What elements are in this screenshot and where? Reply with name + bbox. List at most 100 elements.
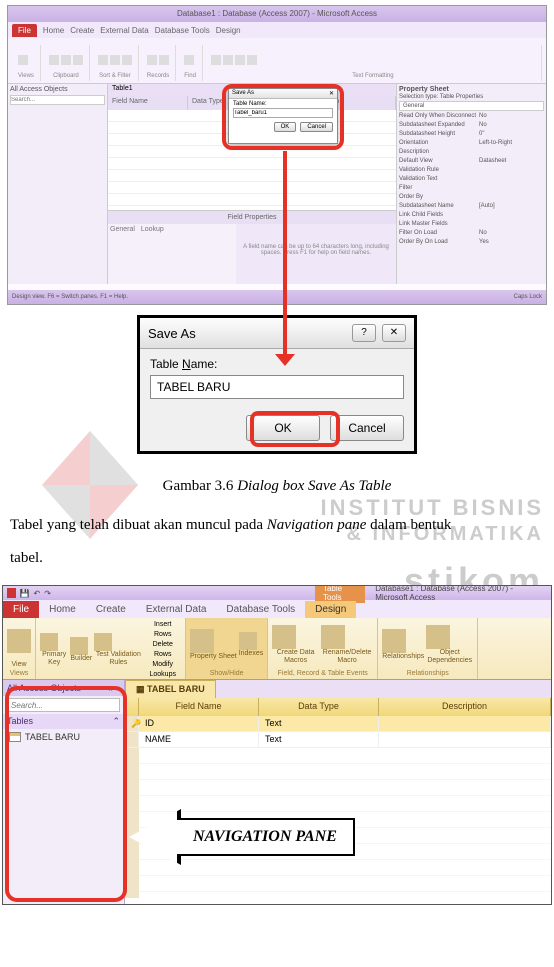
tab-dbtools-bottom[interactable]: Database Tools (216, 601, 305, 618)
qat-save-icon[interactable]: 💾 (20, 589, 30, 598)
cancel-button[interactable]: Cancel (330, 415, 404, 441)
cell-field-name[interactable]: NAME (139, 732, 259, 747)
tab-design[interactable]: Design (216, 26, 241, 35)
ribbon-bottom: View Views Primary Key Builder Test Vali… (3, 618, 551, 680)
nav-search[interactable] (7, 698, 120, 712)
props-tab-general[interactable]: General (110, 226, 135, 233)
props-tabs[interactable]: General Lookup (108, 224, 236, 284)
cell-field-name[interactable]: ID (139, 716, 259, 731)
delete-rows[interactable]: Delete Rows (144, 640, 181, 660)
property-row[interactable]: Read Only When DisconnectNo (399, 112, 544, 121)
ribbon-group-sort: Sort & Filter (98, 73, 132, 79)
property-row[interactable]: Subdatasheet Name[Auto] (399, 202, 544, 211)
ok-button-small[interactable]: OK (274, 122, 297, 132)
nav-item-tabel-baru[interactable]: TABEL BARU (3, 729, 124, 745)
save-as-input-small[interactable] (233, 108, 333, 118)
property-row[interactable]: Default ViewDatasheet (399, 157, 544, 166)
cell-data-type[interactable]: Text (259, 732, 379, 747)
insert-rows[interactable]: Insert Rows (144, 620, 181, 640)
tab-file[interactable]: File (12, 24, 37, 37)
create-macro-icon[interactable] (272, 625, 296, 649)
tab-external-data[interactable]: External Data (100, 26, 148, 35)
tab-create-bottom[interactable]: Create (86, 601, 136, 618)
save-as-title-small: Save As (232, 90, 254, 97)
primary-key-indicator (125, 716, 139, 731)
property-row[interactable]: Filter (399, 184, 544, 193)
status-left: Design view. F6 = Switch panes. F1 = Hel… (12, 290, 128, 304)
nav-search-input[interactable] (10, 95, 105, 105)
nav-collapse-icon[interactable]: « « (107, 683, 120, 693)
open-table-tab[interactable]: ▦ TABEL BARU (125, 680, 216, 698)
access-icon (7, 588, 16, 598)
property-row[interactable]: Order By On LoadYes (399, 238, 544, 247)
field-properties-header: Field Properties (108, 210, 396, 224)
navigation-pane-small[interactable]: All Access Objects (8, 84, 108, 284)
help-button[interactable]: ? (352, 324, 376, 342)
property-row[interactable]: Validation Rule (399, 166, 544, 175)
access-screenshot-bottom: 💾 ↶ ↷ Table Tools Database1 : Database (… (2, 585, 552, 905)
tab-design-bottom[interactable]: Design (305, 601, 356, 618)
property-sheet-subtitle: Selection type: Table Properties (399, 94, 544, 100)
property-row[interactable]: Subdatasheet ExpandedNo (399, 121, 544, 130)
property-sheet-tab[interactable]: General (399, 101, 544, 111)
save-as-dialog-small: Save As ✕ Table Name: OK Cancel (228, 88, 338, 144)
ribbon-tabs-bottom: File Home Create External Data Database … (3, 600, 551, 618)
object-dependencies-icon[interactable] (426, 625, 450, 649)
property-row[interactable]: OrientationLeft-to-Right (399, 139, 544, 148)
window-title: Database1 : Database (Access 2007) - Mic… (8, 6, 546, 22)
close-icon[interactable]: ✕ (329, 90, 334, 97)
test-validation-icon[interactable] (94, 633, 112, 651)
col-data-type-2: Data Type (259, 698, 379, 716)
col-description-2: Description (379, 698, 551, 716)
property-row[interactable]: Link Master Fields (399, 220, 544, 229)
tab-create[interactable]: Create (70, 26, 94, 35)
table-icon (9, 732, 21, 742)
table-row[interactable]: ID Text (125, 716, 551, 732)
nav-group-tables[interactable]: Tables (7, 716, 33, 727)
ok-button[interactable]: OK (246, 415, 320, 441)
tab-external-bottom[interactable]: External Data (136, 601, 217, 618)
tab-database-tools[interactable]: Database Tools (155, 26, 210, 35)
table-row[interactable]: NAME Text (125, 732, 551, 748)
nav-pane-title: All Access Objects (7, 683, 81, 693)
cell-description[interactable] (379, 716, 551, 731)
events-group: Field, Record & Table Events (272, 670, 373, 677)
property-row[interactable]: Description (399, 148, 544, 157)
property-row[interactable]: Subdatasheet Height0" (399, 130, 544, 139)
cell-data-type[interactable]: Text (259, 716, 379, 731)
primary-key-icon[interactable] (40, 633, 58, 651)
row-selector[interactable] (125, 732, 139, 747)
property-row[interactable]: Order By (399, 193, 544, 202)
property-row[interactable]: Validation Text (399, 175, 544, 184)
view-icon[interactable] (7, 629, 31, 653)
view-label: View (7, 661, 31, 669)
builder-icon[interactable] (70, 637, 88, 655)
connector-arrow (283, 151, 287, 356)
props-hint: A field name can be up to 64 characters … (236, 224, 396, 284)
property-sheet-icon[interactable] (190, 629, 214, 653)
cell-description[interactable] (379, 732, 551, 747)
close-button[interactable]: ✕ (382, 324, 406, 342)
relationships-icon[interactable] (382, 629, 406, 653)
body-paragraph: Tabel yang telah dibuat akan muncul pada… (0, 509, 554, 575)
figure-caption: Gambar 3.6 Dialog box Save As Table (0, 478, 554, 495)
status-right: Caps Lock (514, 290, 542, 304)
save-as-dialog-large: Save As ? ✕ Table Name: OK Cancel (137, 315, 417, 454)
qat-redo-icon[interactable]: ↷ (44, 589, 51, 598)
navigation-pane[interactable]: All Access Objects « « Tables ⌃ TABEL BA… (3, 680, 125, 905)
modify-lookups[interactable]: Modify Lookups (144, 660, 181, 680)
tab-home[interactable]: Home (43, 26, 64, 35)
table-icon: ▦ (136, 684, 145, 694)
rename-macro-icon[interactable] (321, 625, 345, 649)
tab-file-bottom[interactable]: File (3, 601, 39, 618)
props-tab-lookup[interactable]: Lookup (141, 226, 164, 233)
tab-home-bottom[interactable]: Home (39, 601, 86, 618)
indexes-icon[interactable] (239, 632, 257, 650)
collapse-icon[interactable]: ⌃ (112, 716, 120, 727)
showhide-group: Show/Hide (190, 670, 263, 677)
cancel-button-small[interactable]: Cancel (300, 122, 333, 132)
property-row[interactable]: Link Child Fields (399, 211, 544, 220)
table-name-input[interactable] (150, 375, 404, 399)
property-row[interactable]: Filter On LoadNo (399, 229, 544, 238)
qat-undo-icon[interactable]: ↶ (34, 589, 41, 598)
